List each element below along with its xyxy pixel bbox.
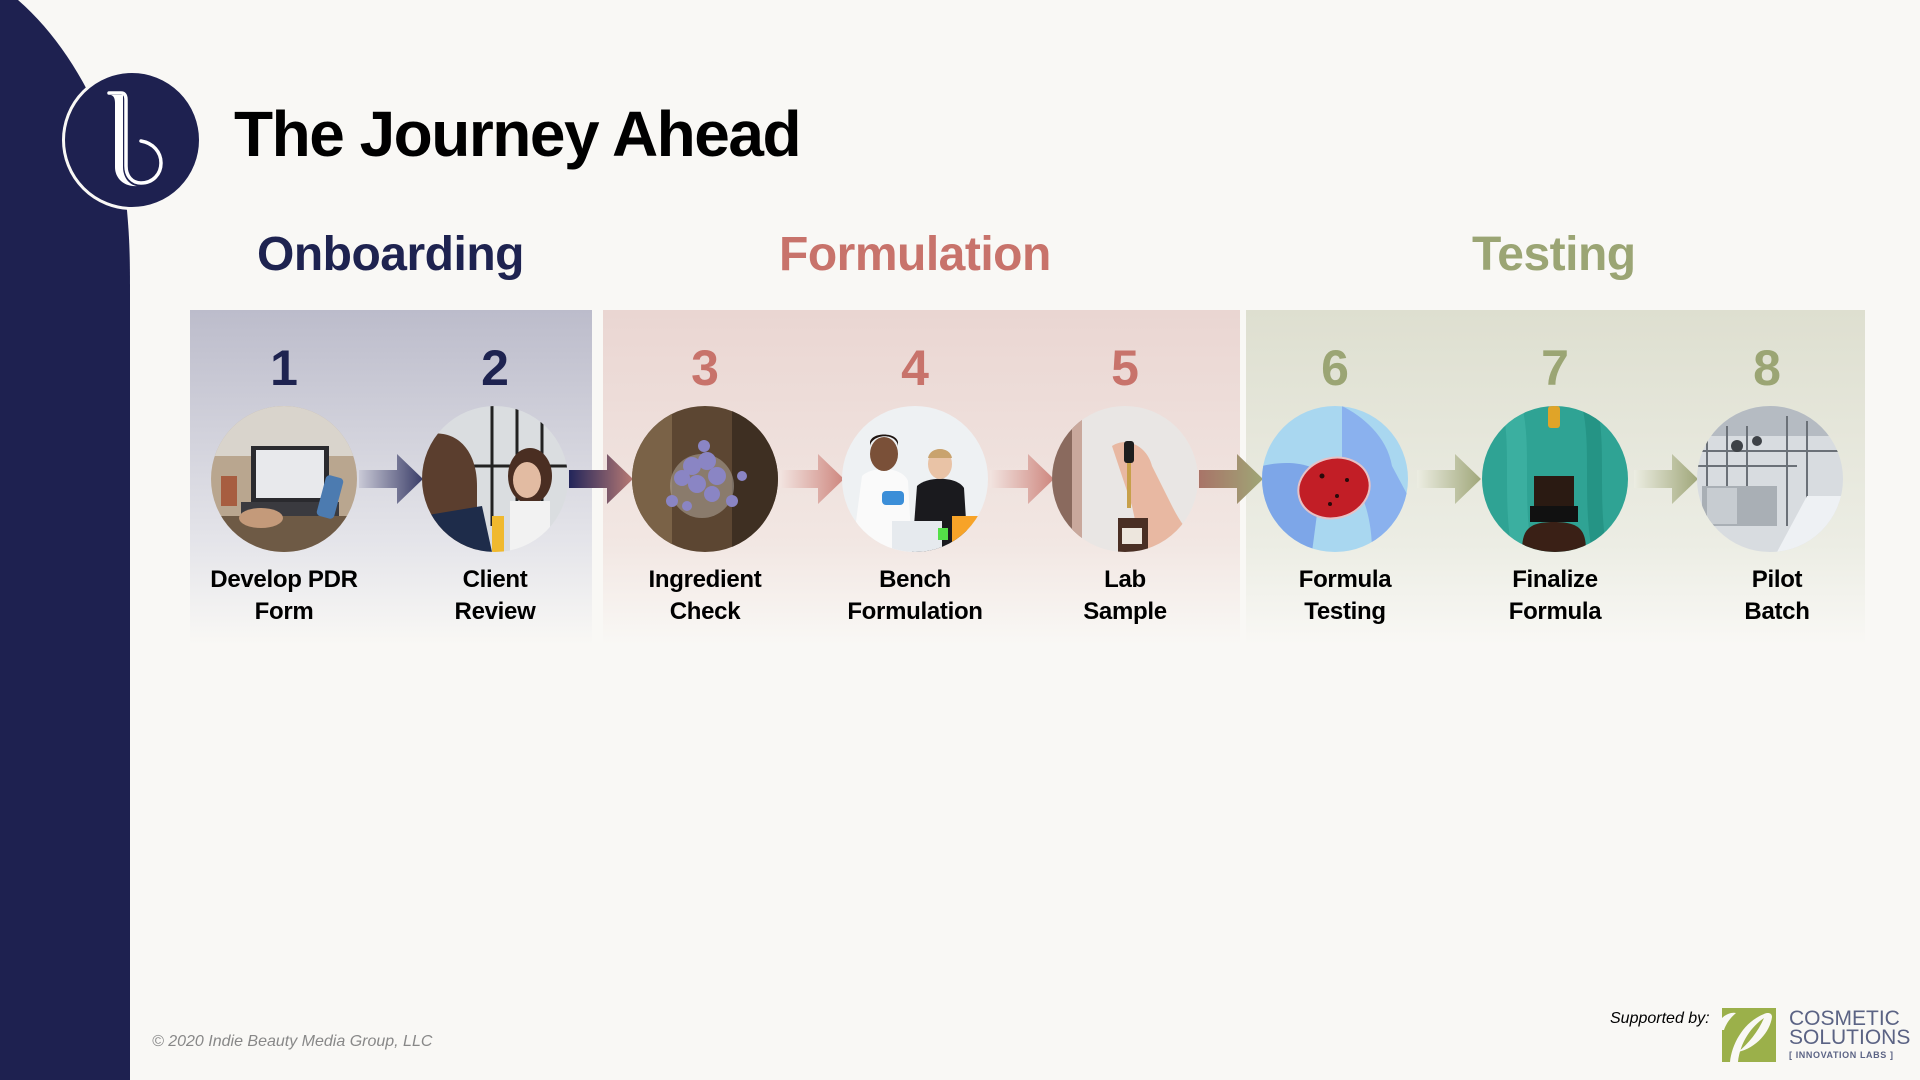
page-title: The Journey Ahead (234, 98, 802, 170)
brand-logo (62, 70, 202, 210)
arrow-icon (990, 454, 1054, 504)
arrow-icon (780, 454, 844, 504)
step-photo-meeting (422, 406, 568, 552)
step-label: Develop PDR Form (210, 566, 358, 625)
step-photo-manufacturing (1697, 406, 1843, 552)
step-label: Finalize Formula (1508, 566, 1602, 625)
step-photo-lavender (632, 406, 778, 552)
arrow-icon (569, 454, 633, 504)
supported-by-label: Supported by: (1610, 1010, 1710, 1027)
arrow-icon (359, 454, 423, 504)
step-photo-dropper (1052, 406, 1198, 552)
step-number: 8 (1753, 340, 1781, 396)
phase-title-onboarding: Onboarding (257, 228, 524, 281)
b-monogram-icon (107, 91, 163, 187)
step-label: Lab Sample (1083, 566, 1167, 625)
phase-title-testing: Testing (1472, 228, 1636, 281)
step-number: 7 (1541, 340, 1569, 396)
step-number: 2 (481, 340, 509, 396)
step-photo-amber-bottle (1482, 406, 1628, 552)
step-number: 1 (270, 340, 298, 396)
arrow-icon (1634, 454, 1698, 504)
step-number: 5 (1111, 340, 1139, 396)
step-label: Pilot Batch (1744, 566, 1810, 625)
sponsor-name: COSMETIC SOLUTIONS (1789, 1007, 1911, 1049)
step-photo-laptop (211, 406, 357, 552)
step-label: Client Review (454, 566, 536, 625)
copyright-text: © 2020 Indie Beauty Media Group, LLC (152, 1033, 433, 1050)
step-label: Bench Formulation (847, 566, 983, 625)
sponsor-subtitle: [ INNOVATION LABS ] (1789, 1050, 1894, 1060)
leaf-logo-icon (1722, 1008, 1776, 1062)
step-label: Formula Testing (1298, 566, 1392, 625)
step-number: 3 (691, 340, 719, 396)
step-number: 4 (901, 340, 929, 396)
step-photo-lab-scientists (842, 406, 988, 552)
phase-title-formulation: Formulation (779, 228, 1051, 281)
arrow-icon (1417, 454, 1481, 504)
step-number: 6 (1321, 340, 1349, 396)
step-label: Ingredient Check (648, 566, 762, 625)
step-photo-petri-dish (1262, 406, 1408, 552)
arrow-icon (1199, 454, 1263, 504)
